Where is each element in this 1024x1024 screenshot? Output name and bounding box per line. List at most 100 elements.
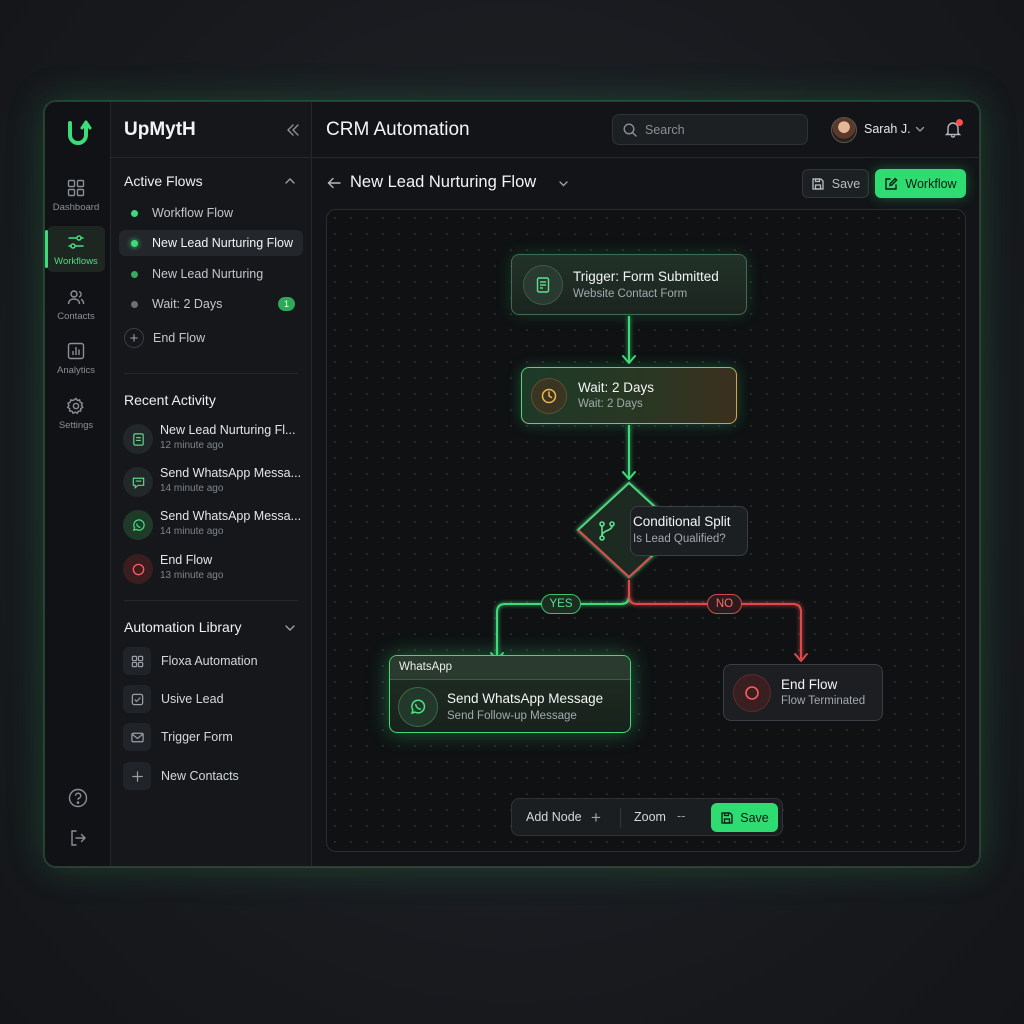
workflow-button[interactable]: Workflow [875,169,966,198]
users-icon [67,290,85,305]
whatsapp-node-header: WhatsApp [390,656,630,680]
activity-title: End Flow [160,553,213,567]
chevron-down-icon[interactable] [283,621,297,635]
help-icon[interactable] [67,787,89,809]
library-item-floxa-automation[interactable]: Floxa Automation [123,646,308,676]
library-item-usive-lead[interactable]: Usive Lead [123,684,308,714]
rail-label-settings: Settings [58,420,94,431]
page-title: CRM Automation [326,119,470,140]
library-item-label: Floxa Automation [161,654,258,668]
activity-item[interactable]: New Lead Nurturing Fl... 12 minute ago [123,423,308,459]
workflow-label: Workflow [905,176,957,191]
sidebar-flow-wait-2-days[interactable]: Wait: 2 Days 1 [119,291,303,317]
canvas-save-button[interactable]: Save [711,803,778,832]
add-node-button[interactable]: Add Node [526,810,582,824]
library-item-label: New Contacts [161,769,239,783]
chevron-up-icon[interactable] [283,174,297,188]
search-box[interactable] [612,114,808,145]
stop-circle-icon [123,554,153,584]
rail-item-contacts[interactable]: Contacts [47,281,105,327]
mail-icon [123,723,151,751]
activity-time: 12 minute ago [160,440,224,451]
rail-label-dashboard: Dashboard [52,202,100,213]
split-title: Conditional Split [633,514,731,529]
activity-item[interactable]: End Flow 13 minute ago [123,553,308,589]
trigger-node[interactable]: Trigger: Form Submitted Website Contact … [511,254,747,315]
whatsapp-title: Send WhatsApp Message [447,691,604,706]
activity-item[interactable]: Send WhatsApp Messa... 14 minute ago [123,466,308,502]
stop-circle-icon [733,674,771,712]
sidebar-flow-end-flow[interactable]: + End Flow [119,325,303,351]
end-flow-node[interactable]: End Flow Flow Terminated [723,664,883,721]
avatar[interactable] [831,117,857,143]
sidebar-divider [124,373,298,374]
app-window: Dashboard Workflows Contacts Analytics S… [44,101,980,867]
toolbar-separator [620,808,621,828]
flow-title[interactable]: New Lead Nurturing Flow [350,173,536,192]
automation-library-title: Automation Library [124,619,242,635]
library-item-label: Usive Lead [161,692,224,706]
plus-icon [123,762,151,790]
upmyth-logo-icon [68,120,92,145]
rail-item-analytics[interactable]: Analytics [47,335,105,381]
activity-time: 13 minute ago [160,570,224,581]
flow-item-label: End Flow [153,331,206,345]
activity-time: 14 minute ago [160,483,224,494]
activity-title: Send WhatsApp Messa... [160,509,302,523]
chevron-down-icon[interactable] [914,123,926,135]
sliders-icon [68,235,84,249]
split-subtitle: Is Lead Qualified? [633,533,726,545]
rail-label-contacts: Contacts [57,311,95,322]
wait-subtitle: Wait: 2 Days [578,398,643,410]
whatsapp-subtitle: Send Follow-up Message [447,710,577,722]
active-flows-title: Active Flows [124,173,203,189]
form-icon [123,424,153,454]
sidebar: UpMytH Active Flows Workflow Flow New Le… [111,102,312,866]
user-name[interactable]: Sarah J. [864,122,911,136]
status-dot [131,300,138,308]
rail-item-settings[interactable]: Settings [47,390,105,436]
logout-icon[interactable] [67,827,89,849]
notification-dot [956,119,963,126]
search-input[interactable] [645,122,785,137]
library-item-new-contacts[interactable]: New Contacts [123,761,308,791]
grid-icon [67,179,85,197]
save-icon [721,811,733,824]
flow-item-label: Workflow Flow [152,206,234,220]
sidebar-flow-new-lead-nurturing[interactable]: New Lead Nurturing [119,261,303,287]
status-dot [131,270,138,278]
grid-icon [123,647,151,675]
whatsapp-node[interactable]: WhatsApp Send WhatsApp Message Send Foll… [389,655,631,733]
plus-icon: + [124,328,144,348]
recent-activity-title: Recent Activity [124,392,216,408]
rail-label-workflows: Workflows [54,256,98,267]
sidebar-flow-new-lead-nurturing-flow[interactable]: New Lead Nurturing Flow [119,230,303,256]
search-icon [623,122,637,137]
library-item-trigger-form[interactable]: Trigger Form [123,722,308,752]
branch-icon [599,521,615,541]
library-item-label: Trigger Form [161,730,233,744]
workflow-canvas[interactable]: Trigger: Form Submitted Website Contact … [326,209,966,852]
zoom-value[interactable]: -- [677,809,685,823]
wait-title: Wait: 2 Days [578,380,655,395]
plus-icon[interactable]: + [591,808,601,828]
flow-item-label: New Lead Nurturing Flow [152,236,294,250]
header-divider [312,157,979,158]
whatsapp-icon [398,687,438,727]
trigger-title: Trigger: Form Submitted [573,269,719,284]
flow-item-label: New Lead Nurturing [152,267,264,281]
save-button[interactable]: Save [802,169,869,198]
rail-item-dashboard[interactable]: Dashboard [47,172,105,218]
wait-node[interactable]: Wait: 2 Days Wait: 2 Days [521,367,737,424]
rail-item-workflows[interactable]: Workflows [45,226,105,272]
chevron-down-icon[interactable] [557,177,570,190]
activity-item[interactable]: Send WhatsApp Messa... 14 minute ago [123,509,308,545]
sidebar-flow-workflow-flow[interactable]: Workflow Flow [119,200,303,226]
end-subtitle: Flow Terminated [781,695,866,707]
back-arrow-icon[interactable] [326,175,342,191]
rail-label-analytics: Analytics [56,365,95,376]
conditional-split-node[interactable]: Conditional Split Is Lead Qualified? [630,506,748,556]
message-icon [123,467,153,497]
end-title: End Flow [781,677,838,692]
collapse-sidebar-icon[interactable] [285,122,301,138]
